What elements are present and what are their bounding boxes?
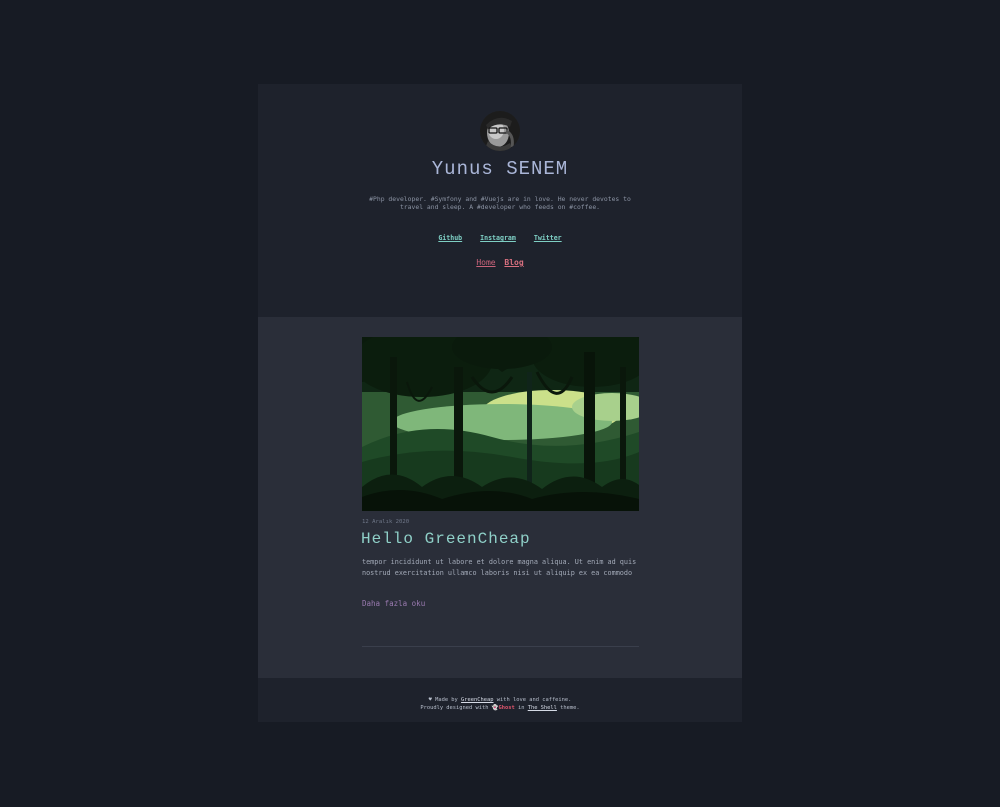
post-excerpt: tempor incididunt ut labore et dolore ma… [362,558,637,577]
read-more-link[interactable]: Daha fazla oku [362,599,425,608]
site-footer: ♥ Made by GreenCheap with love and caffe… [258,678,742,722]
nav-item-blog[interactable]: Blog [504,258,523,267]
post-date: 12 Aralık 2020 [362,519,410,525]
jungle-illustration [362,337,639,511]
nav-item-home[interactable]: Home [476,258,495,267]
main-nav: Home Blog [258,258,742,267]
greencheap-link[interactable]: GreenCheap [461,697,493,703]
heart-icon: ♥ [428,697,432,703]
social-links: Github Instagram Twitter [258,234,742,242]
post-title[interactable]: Hello GreenCheap [361,530,531,548]
post-feature-image[interactable] [362,337,639,511]
page-card: Yunus SENEM #Php developer. #Symfony and… [258,84,742,722]
post-divider [362,646,639,647]
site-title: Yunus SENEM [431,158,569,180]
site-header: Yunus SENEM #Php developer. #Symfony and… [258,84,742,317]
post-list: 12 Aralık 2020 Hello GreenCheap tempor i… [258,317,742,678]
footer-theme: theme. [560,705,580,711]
footer-theme-credits: Proudly designed with 👻Ghost in The Shel… [258,704,742,713]
footer-with-love: with love and caffeine. [496,697,572,703]
footer-designed-with: Proudly designed with [420,705,489,711]
footer-made-by: Made by [435,697,458,703]
instagram-link[interactable]: Instagram [480,234,516,242]
footer-in: in [517,705,525,711]
avatar-image [480,111,520,151]
twitter-link[interactable]: Twitter [534,234,562,242]
avatar[interactable] [480,111,520,151]
ghost-label: Ghost [498,705,515,711]
the-shell-link[interactable]: The Shell [528,705,557,711]
site-bio: #Php developer. #Symfony and #Vuejs are … [369,195,631,211]
github-link[interactable]: Github [438,234,462,242]
